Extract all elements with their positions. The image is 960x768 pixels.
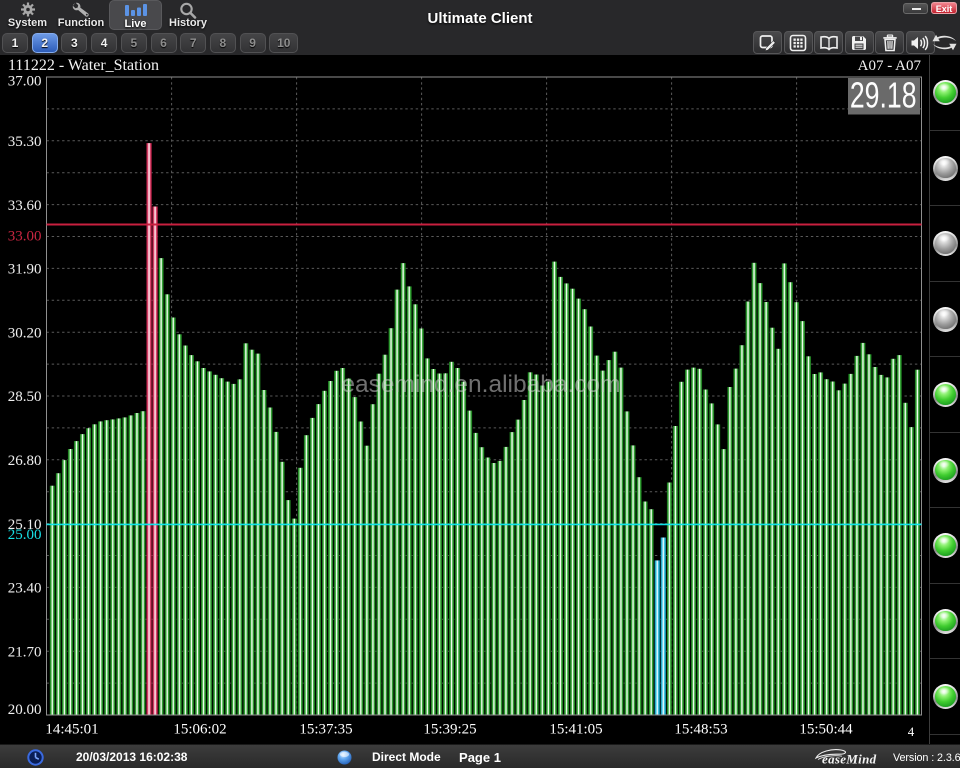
svg-text:14:45:01: 14:45:01 <box>45 722 98 738</box>
svg-text:15:48:53: 15:48:53 <box>674 722 727 738</box>
svg-text:26.80: 26.80 <box>8 453 42 469</box>
svg-text:easemind.en.alibaba.com: easemind.en.alibaba.com <box>341 371 620 398</box>
svg-text:31.90: 31.90 <box>8 262 42 278</box>
svg-text:15:37:35: 15:37:35 <box>299 722 352 738</box>
svg-text:15:50:44: 15:50:44 <box>799 722 853 738</box>
svg-text:35.30: 35.30 <box>8 134 42 150</box>
svg-text:29.18: 29.18 <box>850 75 917 116</box>
svg-text:30.20: 30.20 <box>8 325 42 341</box>
svg-text:15:39:25: 15:39:25 <box>423 722 476 738</box>
svg-text:15:41:05: 15:41:05 <box>549 722 602 738</box>
svg-text:15:06:02: 15:06:02 <box>173 722 226 738</box>
svg-text:25.00: 25.00 <box>8 527 42 543</box>
svg-text:33.60: 33.60 <box>8 198 42 214</box>
svg-text:37.00: 37.00 <box>8 74 42 90</box>
svg-text:23.40: 23.40 <box>8 581 42 597</box>
svg-text:4: 4 <box>908 724 915 739</box>
svg-text:28.50: 28.50 <box>8 389 42 405</box>
svg-text:33.00: 33.00 <box>8 229 42 245</box>
svg-text:easeMind: easeMind <box>822 752 877 767</box>
svg-text:21.70: 21.70 <box>8 644 42 660</box>
svg-text:20.00: 20.00 <box>8 702 42 718</box>
